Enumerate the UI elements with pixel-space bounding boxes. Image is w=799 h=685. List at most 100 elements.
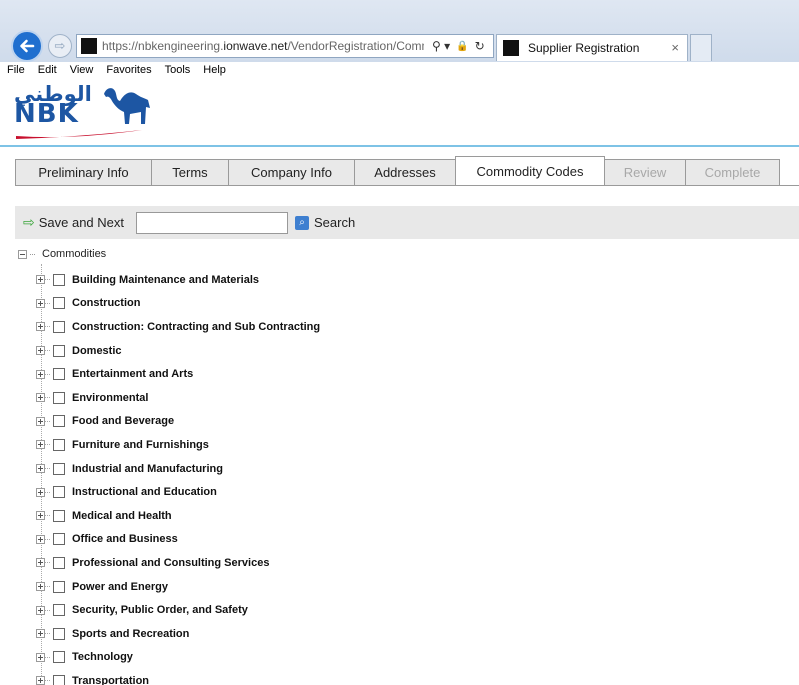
commodity-label[interactable]: Construction — [72, 297, 140, 309]
commodity-label[interactable]: Domestic — [72, 345, 122, 357]
commodity-label[interactable]: Technology — [72, 651, 133, 663]
expand-icon[interactable] — [36, 275, 45, 285]
url-text[interactable]: https://nbkengineering.ionwave.net/Vendo… — [102, 39, 424, 53]
menu-edit[interactable]: Edit — [38, 64, 57, 76]
commodity-checkbox[interactable] — [53, 604, 65, 617]
search-dropdown-icon[interactable]: ⚲ ▾ — [432, 39, 450, 53]
expand-icon[interactable] — [36, 511, 45, 521]
search-button[interactable]: ⌕ Search — [295, 215, 355, 230]
tree-item: Domestic — [36, 339, 320, 363]
menu-file[interactable]: File — [7, 64, 25, 76]
menu-help[interactable]: Help — [203, 64, 226, 76]
tree-root: Commodities — [18, 248, 106, 260]
commodity-checkbox[interactable] — [53, 509, 65, 522]
menu-favorites[interactable]: Favorites — [106, 64, 151, 76]
tree-item: Medical and Health — [36, 504, 320, 528]
commodity-label[interactable]: Sports and Recreation — [72, 628, 189, 640]
address-bar[interactable]: https://nbkengineering.ionwave.net/Vendo… — [76, 34, 494, 58]
commodity-checkbox[interactable] — [53, 533, 65, 546]
forward-button[interactable]: ⇨ — [48, 34, 72, 58]
save-and-next-button[interactable]: ⇨ Save and Next — [23, 214, 124, 231]
commodity-label[interactable]: Professional and Consulting Services — [72, 557, 269, 569]
commodity-label[interactable]: Entertainment and Arts — [72, 368, 193, 380]
nbk-logo: الوطني NBK — [14, 82, 154, 142]
tree-connector — [45, 350, 50, 352]
commodity-label[interactable]: Environmental — [72, 392, 148, 404]
commodity-label[interactable]: Office and Business — [72, 533, 178, 545]
tree-item: Technology — [36, 646, 320, 670]
tree-item: Environmental — [36, 386, 320, 410]
tree-connector — [45, 326, 50, 328]
tab-addresses[interactable]: Addresses — [354, 159, 456, 186]
commodity-checkbox[interactable] — [53, 580, 65, 593]
commodity-checkbox[interactable] — [53, 674, 65, 685]
commodity-label[interactable]: Instructional and Education — [72, 486, 217, 498]
tab-complete: Complete — [685, 159, 780, 186]
expand-icon[interactable] — [36, 652, 45, 662]
commodity-label[interactable]: Building Maintenance and Materials — [72, 274, 259, 286]
commodity-checkbox[interactable] — [53, 415, 65, 428]
expand-icon[interactable] — [36, 629, 45, 639]
commodity-checkbox[interactable] — [53, 368, 65, 381]
expand-icon[interactable] — [36, 582, 45, 592]
commodity-label[interactable]: Furniture and Furnishings — [72, 439, 209, 451]
commodity-checkbox[interactable] — [53, 556, 65, 569]
commodity-label[interactable]: Food and Beverage — [72, 415, 174, 427]
site-favicon-icon — [81, 38, 97, 54]
expand-icon[interactable] — [36, 440, 45, 450]
commodity-label[interactable]: Power and Energy — [72, 581, 168, 593]
expand-icon[interactable] — [36, 416, 45, 426]
commodity-checkbox[interactable] — [53, 344, 65, 357]
tab-company-info[interactable]: Company Info — [228, 159, 355, 186]
tab-preliminary-info[interactable]: Preliminary Info — [15, 159, 152, 186]
commodity-checkbox[interactable] — [53, 391, 65, 404]
commodity-checkbox[interactable] — [53, 627, 65, 640]
browser-chrome: ⇨ https://nbkengineering.ionwave.net/Ven… — [0, 0, 799, 62]
commodity-label[interactable]: Security, Public Order, and Safety — [72, 604, 248, 616]
expand-icon[interactable] — [36, 534, 45, 544]
expand-icon[interactable] — [36, 464, 45, 474]
expand-icon[interactable] — [36, 322, 45, 332]
expand-icon[interactable] — [36, 346, 45, 356]
lock-icon[interactable]: 🔒 — [456, 41, 468, 52]
back-button[interactable] — [11, 30, 43, 62]
expand-icon[interactable] — [36, 676, 45, 685]
menu-tools[interactable]: Tools — [165, 64, 191, 76]
expand-icon[interactable] — [36, 605, 45, 615]
commodity-checkbox[interactable] — [53, 297, 65, 310]
close-tab-icon[interactable]: × — [671, 40, 679, 55]
tree-connector — [45, 397, 50, 399]
expand-icon[interactable] — [36, 298, 45, 308]
green-arrow-icon: ⇨ — [23, 214, 35, 230]
tree-item: Power and Energy — [36, 575, 320, 599]
commodity-checkbox[interactable] — [53, 273, 65, 286]
collapse-icon[interactable] — [18, 249, 27, 259]
new-tab-button[interactable] — [690, 34, 712, 61]
commodity-label[interactable]: Construction: Contracting and Sub Contra… — [72, 321, 320, 333]
tab-label: Terms — [172, 165, 208, 180]
tab-terms[interactable]: Terms — [151, 159, 229, 186]
expand-icon[interactable] — [36, 558, 45, 568]
menu-view[interactable]: View — [70, 64, 94, 76]
refresh-icon[interactable]: ↻ — [475, 39, 485, 53]
expand-icon[interactable] — [36, 369, 45, 379]
toolbar: ⇨ Save and Next ⌕ Search — [15, 206, 799, 239]
expand-icon[interactable] — [36, 487, 45, 497]
commodity-checkbox[interactable] — [53, 651, 65, 664]
commodity-checkbox[interactable] — [53, 462, 65, 475]
search-icon: ⌕ — [295, 215, 310, 230]
commodity-label[interactable]: Medical and Health — [72, 510, 172, 522]
expand-icon[interactable] — [36, 393, 45, 403]
commodity-label[interactable]: Industrial and Manufacturing — [72, 463, 223, 475]
commodity-checkbox[interactable] — [53, 320, 65, 333]
commodity-checkbox[interactable] — [53, 438, 65, 451]
logo-swoosh-icon — [16, 130, 142, 139]
logo-brand-text: NBK — [14, 99, 79, 129]
search-input[interactable] — [136, 211, 289, 234]
tab-commodity-codes[interactable]: Commodity Codes — [455, 156, 605, 186]
browser-tab-supplier-registration[interactable]: Supplier Registration × — [496, 34, 688, 61]
tree-root-label[interactable]: Commodities — [42, 248, 106, 260]
tree-item: Instructional and Education — [36, 480, 320, 504]
commodity-checkbox[interactable] — [53, 486, 65, 499]
commodity-label[interactable]: Transportation — [72, 675, 149, 685]
